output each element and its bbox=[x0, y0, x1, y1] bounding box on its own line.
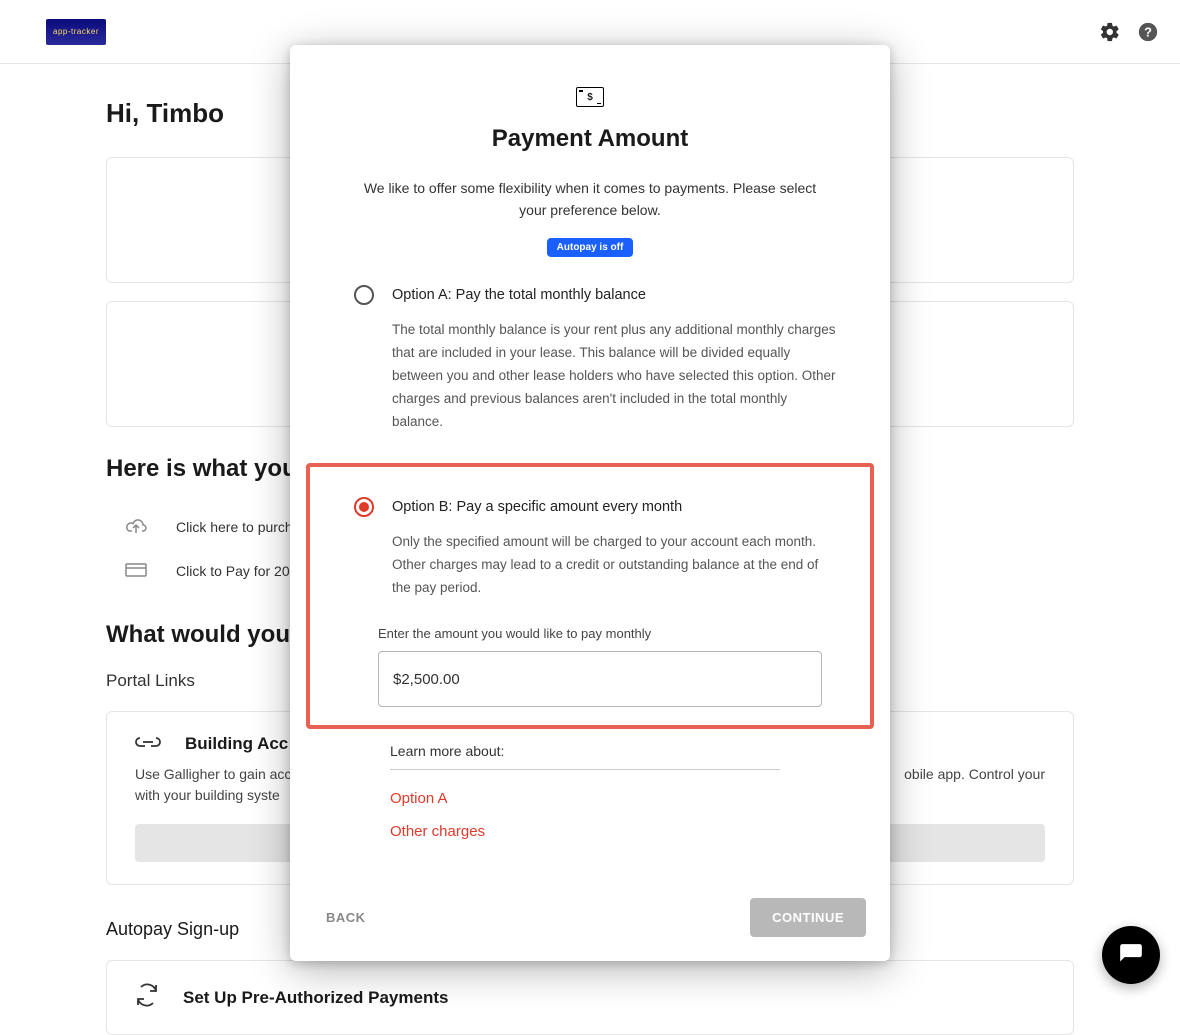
learn-link-option-a[interactable]: Option A bbox=[390, 790, 826, 807]
autopay-status-badge: Autopay is off bbox=[547, 238, 634, 257]
option-a-desc: The total monthly balance is your rent p… bbox=[392, 319, 850, 434]
option-b-block[interactable]: Option B: Pay a specific amount every mo… bbox=[306, 463, 874, 729]
option-b-desc: Only the specified amount will be charge… bbox=[392, 531, 846, 600]
option-b-radio[interactable] bbox=[354, 497, 374, 517]
option-a-block[interactable]: Option A: Pay the total monthly balance … bbox=[290, 285, 890, 434]
learn-more-label: Learn more about: bbox=[390, 743, 826, 759]
amount-input[interactable] bbox=[378, 651, 822, 707]
modal-footer: BACK CONTINUE bbox=[290, 898, 890, 961]
modal-subtitle: We like to offer some flexibility when i… bbox=[290, 177, 890, 222]
modal-overlay: $ Payment Amount We like to offer some f… bbox=[0, 0, 1180, 1004]
amount-input-label: Enter the amount you would like to pay m… bbox=[378, 626, 846, 641]
divider bbox=[390, 769, 780, 770]
option-a-radio[interactable] bbox=[354, 285, 374, 305]
option-b-label: Option B: Pay a specific amount every mo… bbox=[392, 499, 682, 515]
option-a-label: Option A: Pay the total monthly balance bbox=[392, 287, 646, 303]
money-icon: $ bbox=[576, 87, 604, 107]
learn-more-block: Learn more about: Option A Other charges bbox=[290, 743, 890, 856]
chat-fab[interactable] bbox=[1102, 926, 1160, 984]
continue-button[interactable]: CONTINUE bbox=[750, 898, 866, 937]
payment-amount-modal: $ Payment Amount We like to offer some f… bbox=[290, 45, 890, 961]
modal-title: Payment Amount bbox=[290, 125, 890, 153]
back-button[interactable]: BACK bbox=[326, 910, 366, 925]
learn-link-other-charges[interactable]: Other charges bbox=[390, 823, 826, 840]
